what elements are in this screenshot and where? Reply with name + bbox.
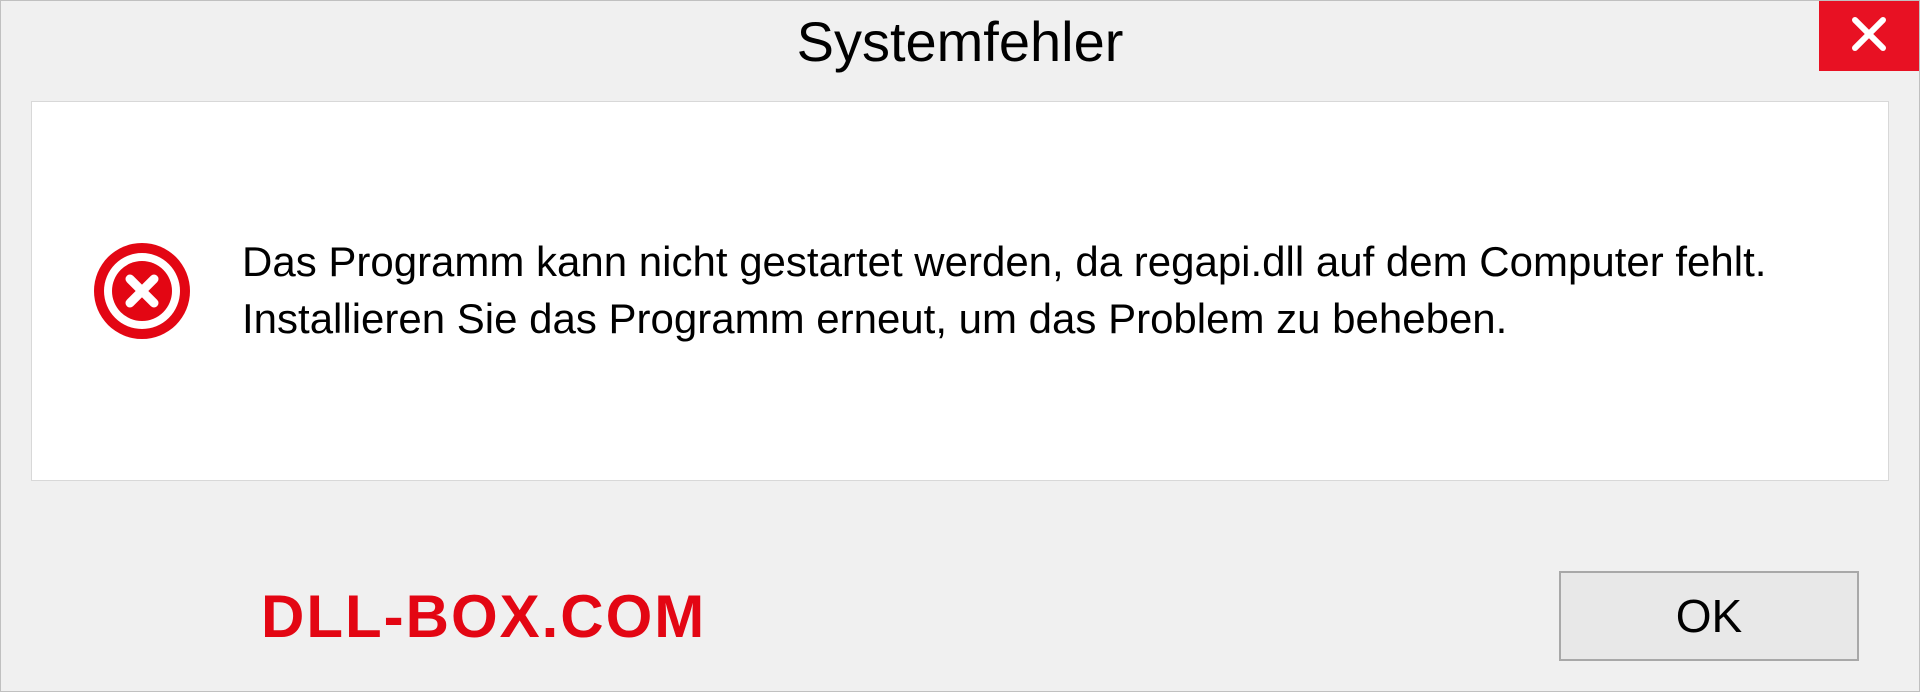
error-dialog: Systemfehler Das Programm kann nicht ges… bbox=[0, 0, 1920, 692]
close-icon bbox=[1849, 14, 1889, 59]
dialog-footer: DLL-BOX.COM OK bbox=[1, 571, 1919, 661]
close-button[interactable] bbox=[1819, 1, 1919, 71]
dialog-title: Systemfehler bbox=[797, 9, 1124, 74]
titlebar: Systemfehler bbox=[1, 1, 1919, 81]
watermark-text: DLL-BOX.COM bbox=[261, 582, 706, 651]
ok-button-label: OK bbox=[1676, 589, 1742, 643]
error-message: Das Programm kann nicht gestartet werden… bbox=[242, 234, 1828, 347]
content-panel: Das Programm kann nicht gestartet werden… bbox=[31, 101, 1889, 481]
ok-button[interactable]: OK bbox=[1559, 571, 1859, 661]
error-icon bbox=[92, 241, 192, 341]
